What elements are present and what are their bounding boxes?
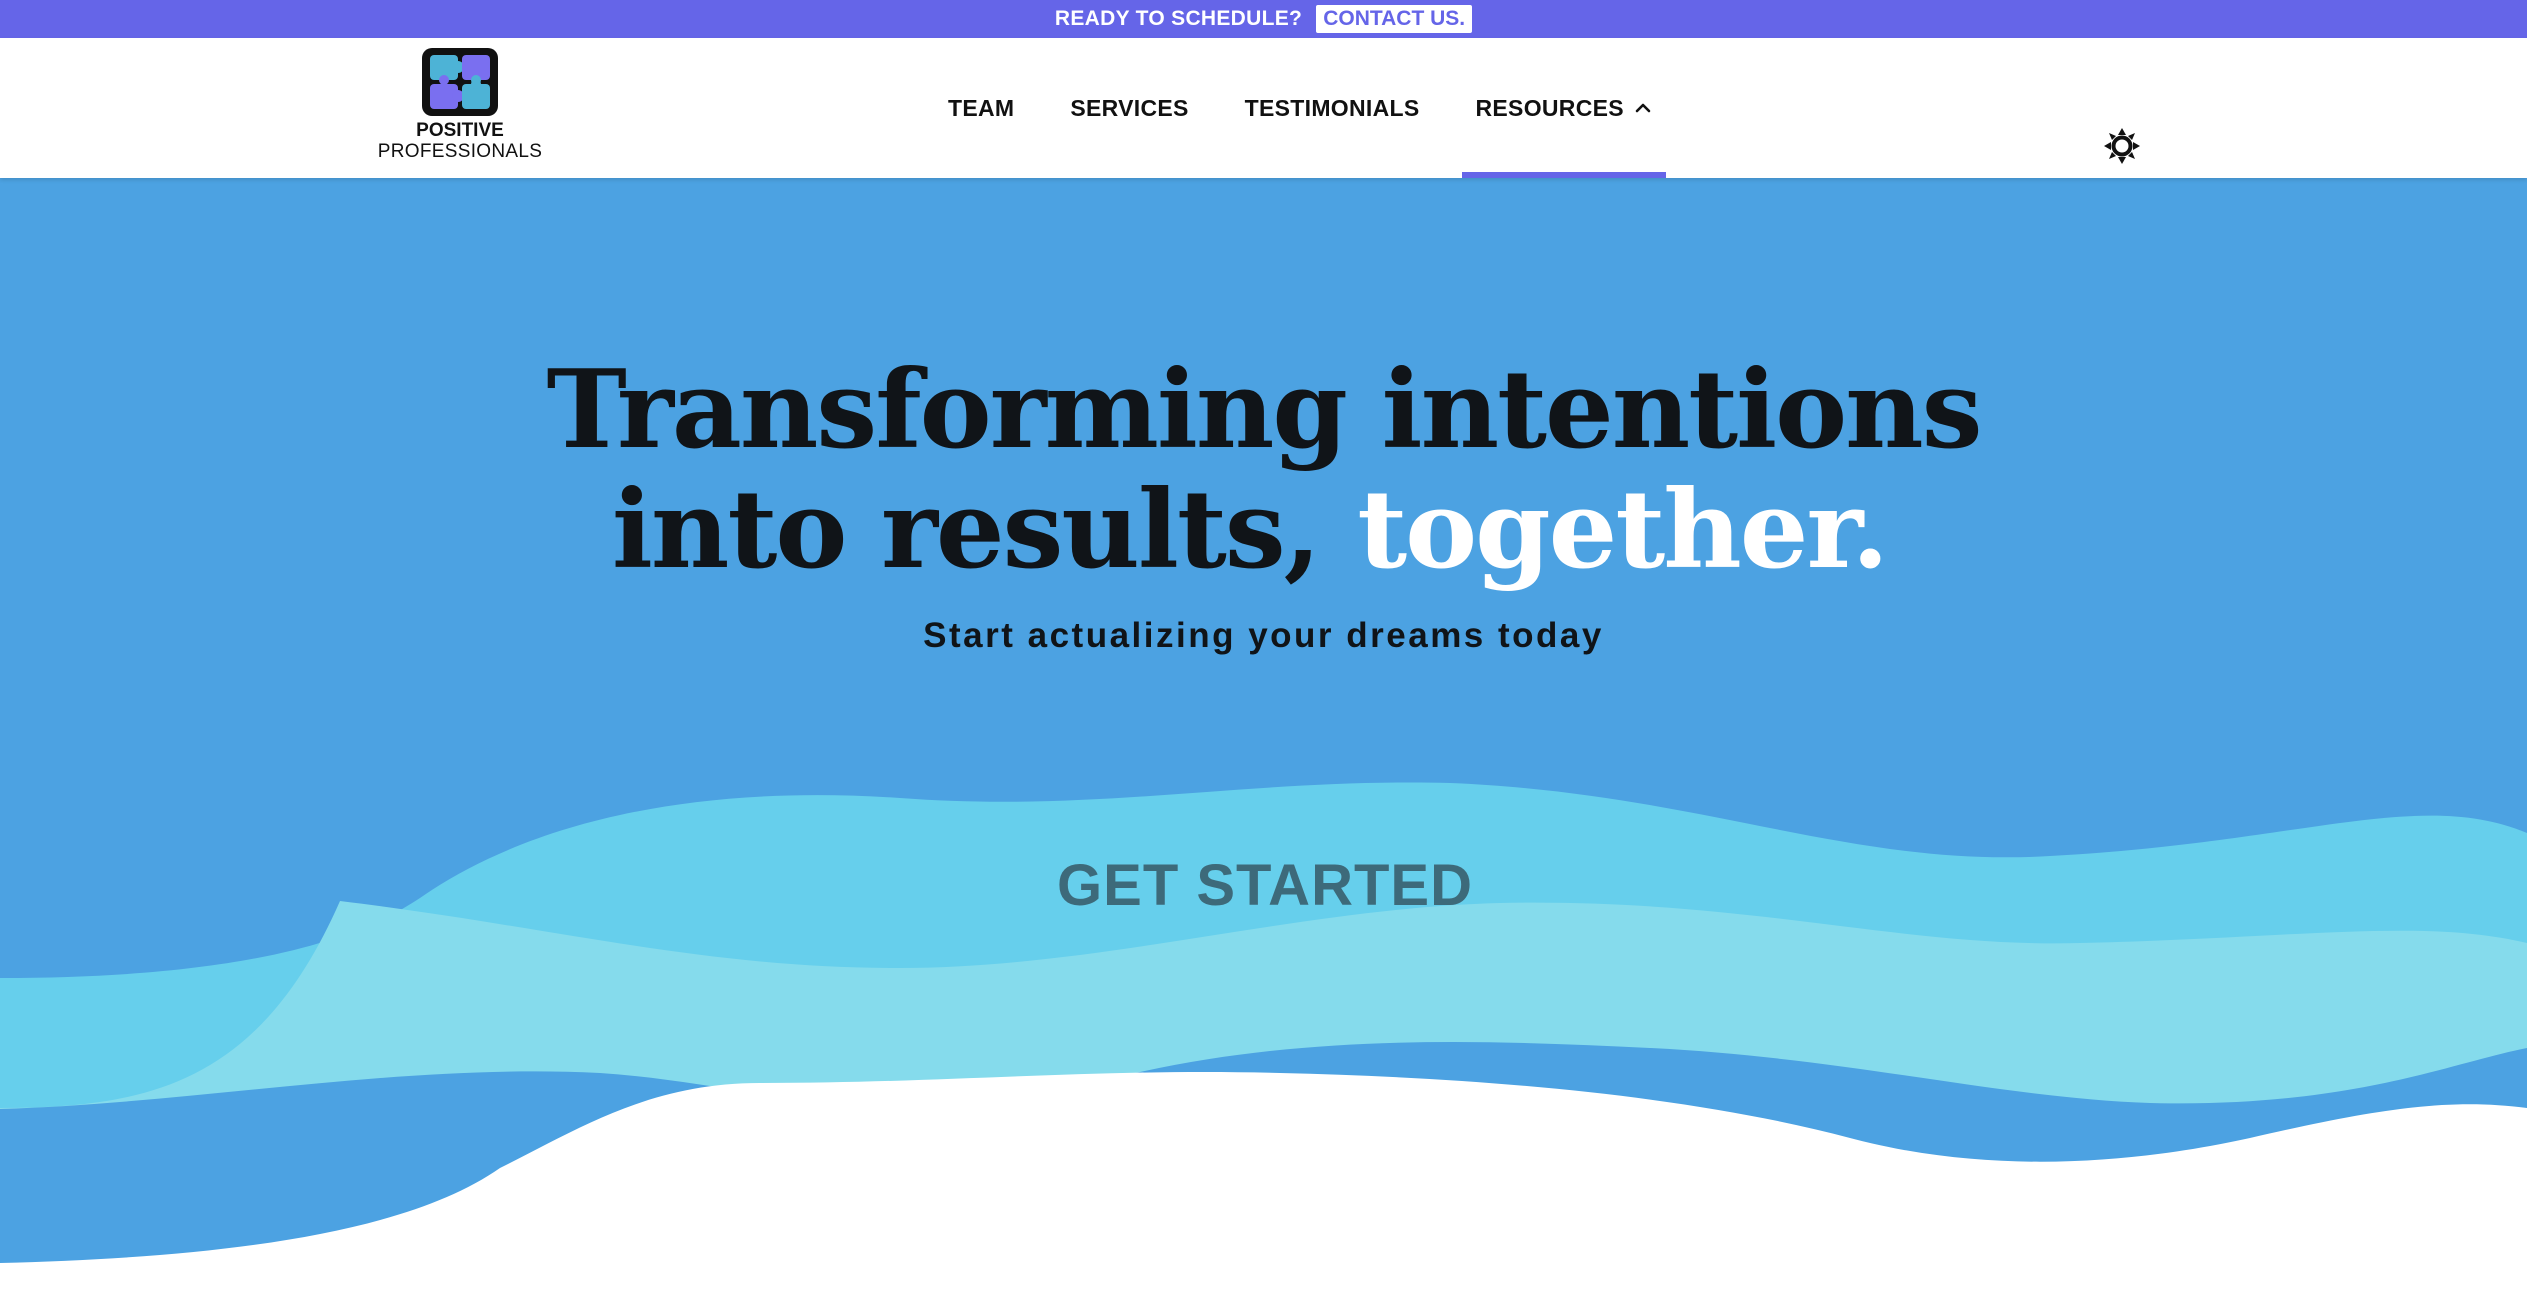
nav-item-team[interactable]: TEAM bbox=[934, 38, 1028, 178]
nav-item-label: RESOURCES bbox=[1475, 94, 1624, 121]
nav-item-label: TESTIMONIALS bbox=[1244, 94, 1420, 121]
hero-headline: Transforming intentions into results, tog… bbox=[0, 347, 2527, 596]
puzzle-pieces-icon bbox=[422, 48, 498, 116]
nav-item-resources[interactable]: RESOURCES bbox=[1461, 38, 1667, 178]
nav-item-label: TEAM bbox=[948, 94, 1015, 121]
headline-highlight-text: together. bbox=[1357, 467, 1889, 593]
sun-icon[interactable] bbox=[2102, 126, 2142, 166]
headline-highlight: together. bbox=[1329, 467, 1926, 596]
headline-line-1: Transforming intentions bbox=[546, 347, 1983, 473]
main-nav: TEAM SERVICES TESTIMONIALS RESOURCES bbox=[920, 38, 1680, 178]
logo-text-professionals: PROFESSIONALS bbox=[377, 141, 543, 162]
headline-line-2-text: into results, bbox=[611, 467, 1321, 593]
headline-line-2: into results, together. bbox=[0, 467, 2527, 596]
chevron-up-icon bbox=[1634, 102, 1652, 114]
banner-text: READY TO SCHEDULE? bbox=[1054, 7, 1303, 30]
contact-us-link[interactable]: CONTACT US. bbox=[1316, 5, 1473, 33]
site-header: POSITIVE PROFESSIONALS TEAM SERVICES TES… bbox=[0, 38, 2527, 178]
top-banner: READY TO SCHEDULE? CONTACT US. bbox=[0, 0, 2527, 38]
hero-subheadline: Start actualizing your dreams today bbox=[923, 616, 1604, 655]
nav-item-label: SERVICES bbox=[1070, 94, 1189, 121]
hero-section: Transforming intentions into results, tog… bbox=[0, 178, 2527, 1312]
logo-text-positive: POSITIVE bbox=[416, 120, 504, 141]
nav-item-services[interactable]: SERVICES bbox=[1056, 38, 1202, 178]
logo[interactable]: POSITIVE PROFESSIONALS bbox=[370, 48, 550, 170]
get-started-button[interactable]: GET STARTED bbox=[1040, 840, 1490, 930]
nav-item-testimonials[interactable]: TESTIMONIALS bbox=[1231, 38, 1434, 178]
